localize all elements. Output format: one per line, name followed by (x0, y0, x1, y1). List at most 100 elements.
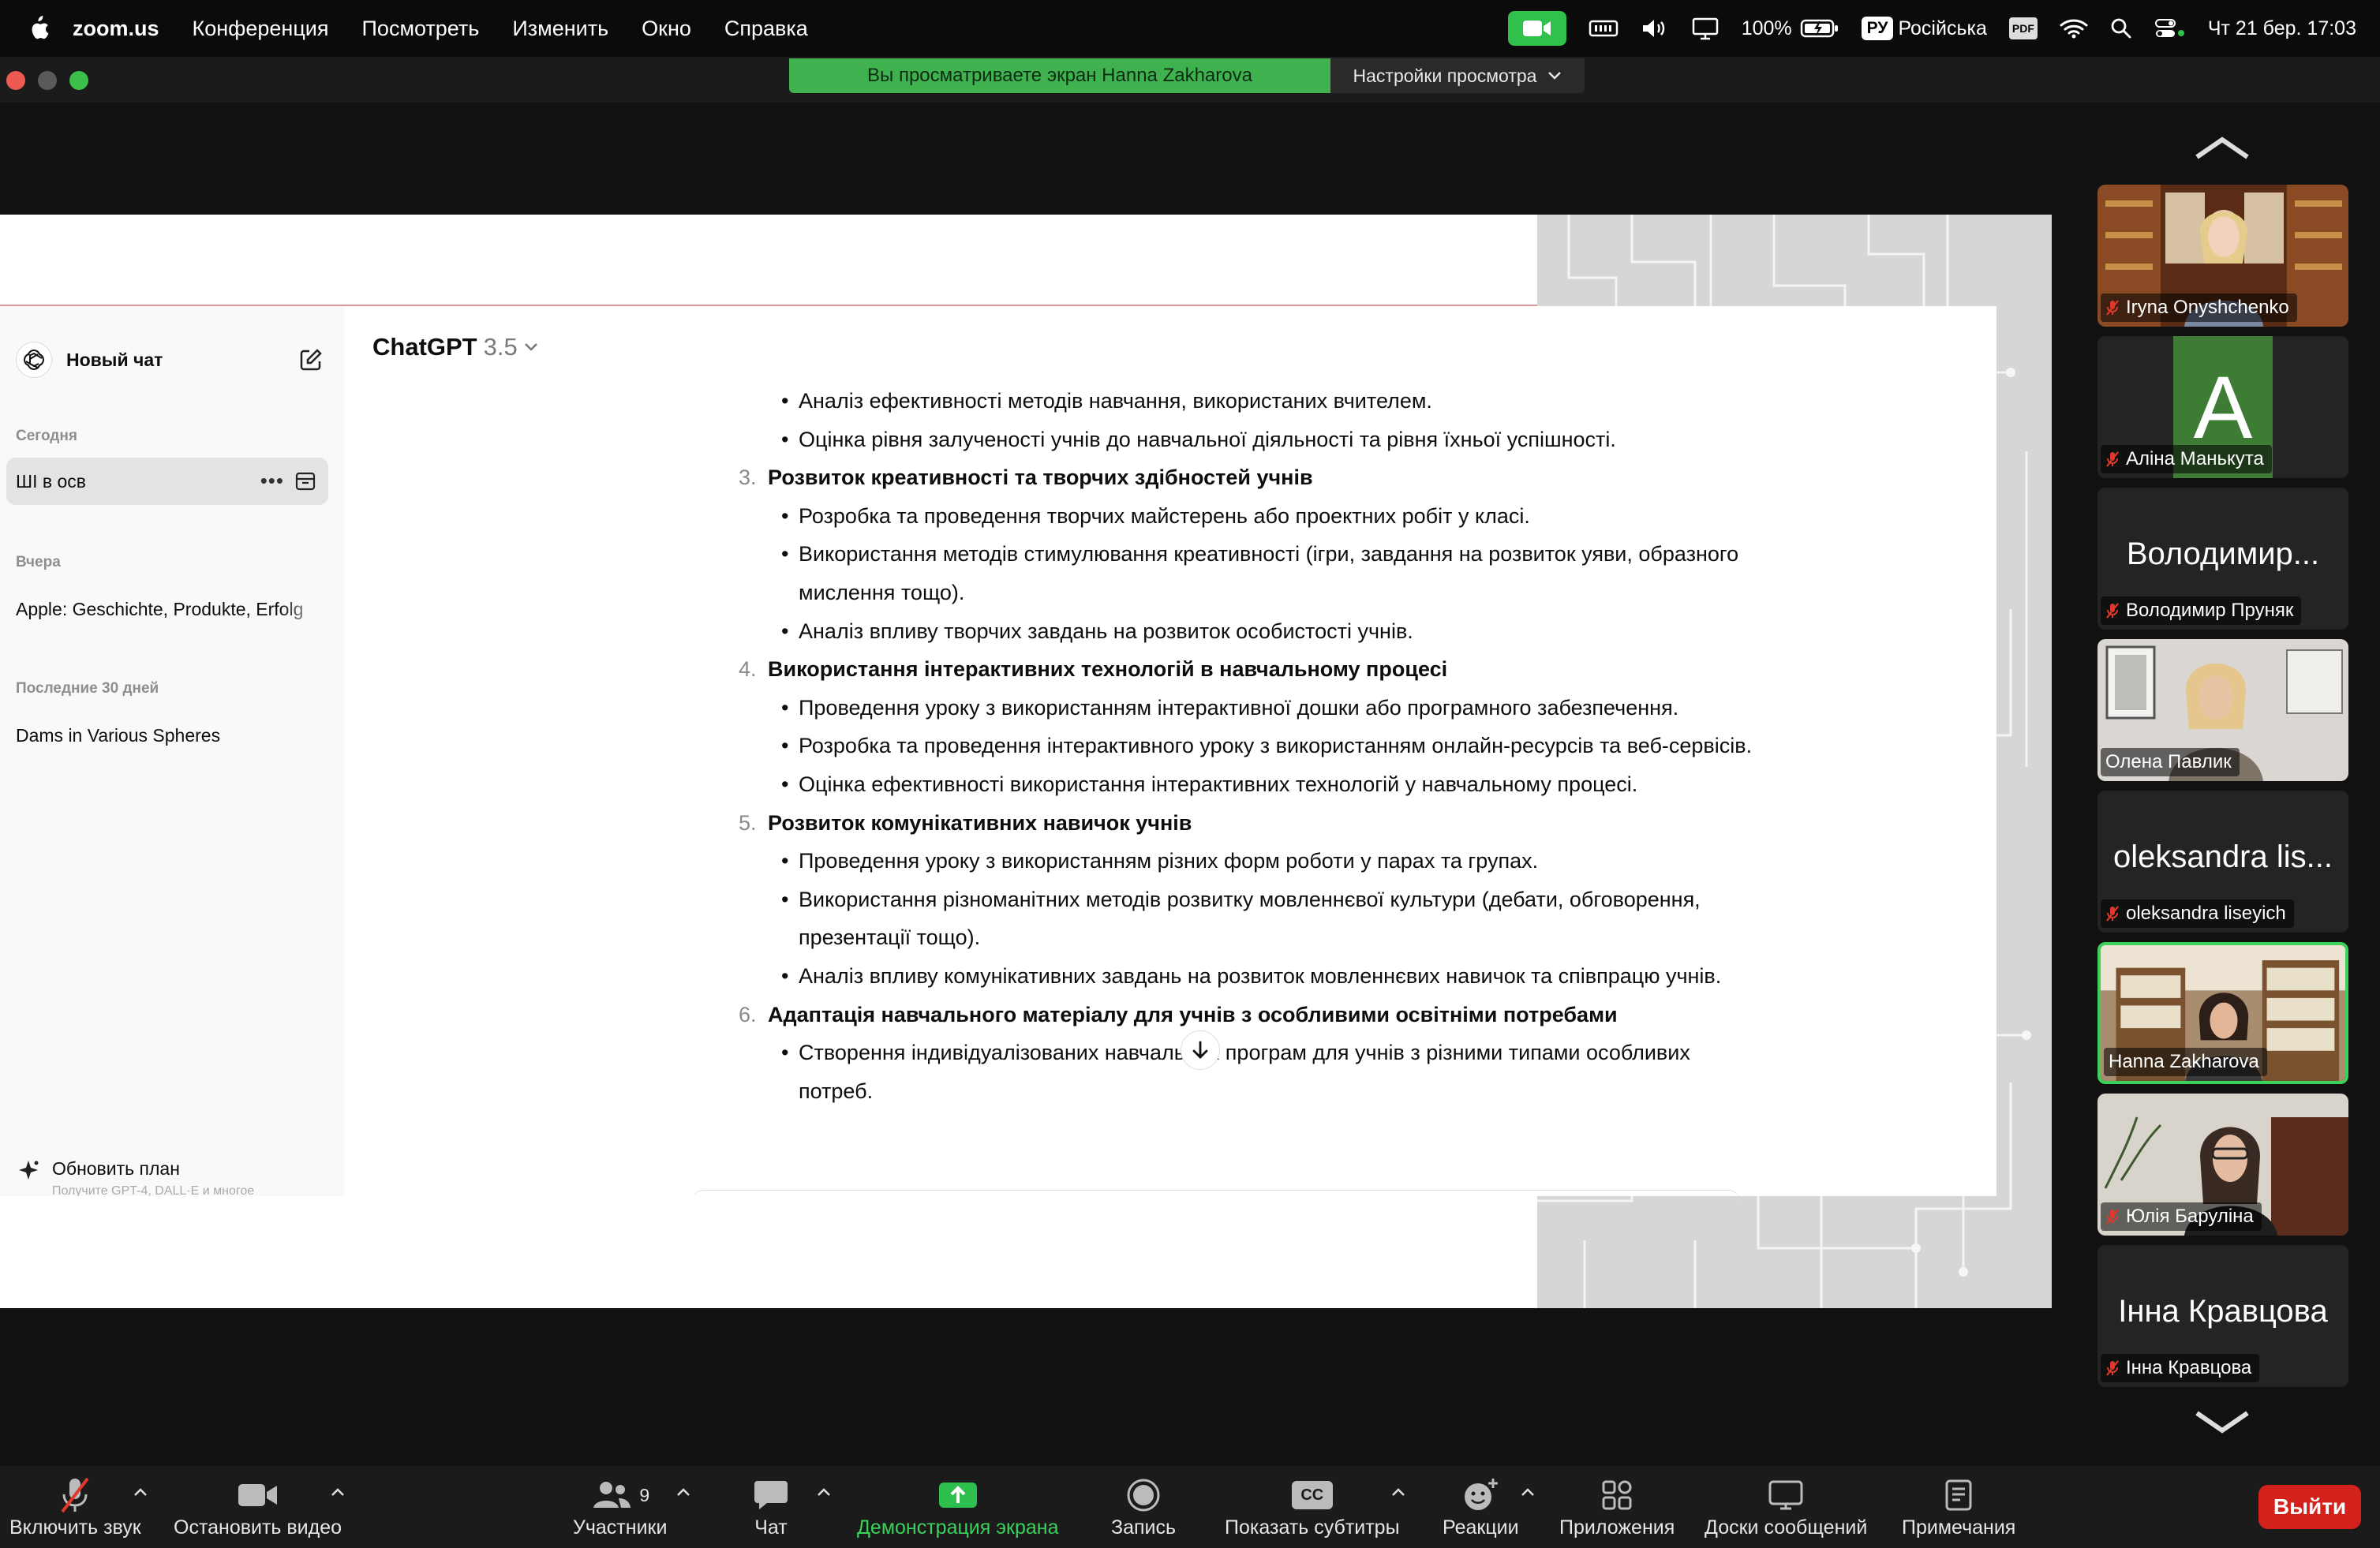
menu-window[interactable]: Окно (642, 17, 691, 41)
muted-mic-icon (61, 1477, 89, 1513)
upgrade-plan-button[interactable]: Обновить план Получите GPT-4, DALL·E и м… (16, 1158, 254, 1198)
list-heading: 4. Використання інтерактивних технологій … (739, 650, 1764, 689)
participant-tile[interactable]: A Аліна Манькута (2097, 336, 2348, 478)
model-name: ChatGPT (372, 333, 477, 361)
apps-button[interactable]: Приложения (1559, 1474, 1675, 1539)
new-chat-label: Новый чат (66, 349, 163, 370)
leave-meeting-button[interactable]: Выйти (2258, 1485, 2361, 1529)
share-screen-button[interactable]: Демонстрация экрана (857, 1474, 1058, 1539)
participant-tile[interactable]: Юлія Баруліна (2097, 1094, 2348, 1236)
zoom-window: zoom.us Конференция Посмотреть Изменить … (0, 0, 2380, 1548)
chat-button[interactable]: Чат (753, 1474, 789, 1539)
chat-history-item[interactable]: ШІ в осв ••• (6, 458, 328, 505)
upgrade-plan-title: Обновить план (52, 1158, 180, 1179)
scroll-to-bottom-button[interactable] (1181, 1030, 1220, 1070)
menu-conference[interactable]: Конференция (193, 17, 329, 41)
view-options-button[interactable]: Настройки просмотра (1330, 58, 1585, 93)
gallery-scroll-down-button[interactable] (2184, 1406, 2260, 1438)
participants-button[interactable]: 9 Участники (573, 1474, 667, 1539)
wifi-icon[interactable] (2060, 17, 2088, 39)
new-chat-button[interactable]: Новый чат (16, 335, 328, 385)
list-heading-text: Адаптація навчального матеріалу для учні… (768, 1002, 1618, 1026)
list-heading-text: Розвиток комунікативних навичок учнів (768, 810, 1192, 835)
chat-label: Чат (754, 1516, 788, 1539)
gallery-scroll-up-button[interactable] (2184, 133, 2260, 164)
muted-mic-icon (2105, 1359, 2120, 1377)
display-mirroring-icon[interactable] (1691, 17, 1720, 40)
participant-tile-active-speaker[interactable]: Hanna Zakharova (2097, 942, 2348, 1084)
emoji-reaction-icon (1465, 1479, 1499, 1510)
muted-mic-icon (2105, 451, 2120, 468)
control-center-icon[interactable] (2154, 17, 2186, 39)
participant-tile[interactable]: oleksandra lis... oleksandra liseyich (2097, 791, 2348, 933)
list-bullet: Розробка та проведення творчих майстерен… (739, 497, 1764, 536)
participant-name: Iryna Onyshchenko (2126, 297, 2289, 318)
participant-tile[interactable]: Володимир... Володимир Пруняк (2097, 488, 2348, 630)
pdf-icon[interactable]: PDF (2008, 17, 2038, 39)
meeting-stats-icon[interactable] (1589, 18, 1618, 39)
whiteboards-button[interactable]: Доски сообщений (1705, 1474, 1867, 1539)
battery-icon[interactable] (1800, 18, 1839, 39)
menubar-clock[interactable]: Чт 21 бер. 17:03 (2208, 17, 2356, 40)
notes-button[interactable]: Примечания (1902, 1474, 2015, 1539)
chat-options-caret-icon[interactable] (816, 1486, 832, 1498)
screen-share-banner: Вы просматриваете экран Hanna Zakharova (789, 58, 1330, 93)
chat-title: Apple: Geschichte, Produkte, Erfolg (16, 598, 304, 619)
participant-tile[interactable]: Олена Павлик (2097, 639, 2348, 781)
chat-history-item[interactable]: Apple: Geschichte, Produkte, Erfolg (6, 585, 328, 633)
muted-mic-icon (2105, 1208, 2120, 1225)
audio-options-caret-icon[interactable] (133, 1486, 148, 1498)
compose-icon[interactable] (298, 347, 324, 376)
view-options-label: Настройки просмотра (1353, 65, 1537, 86)
captions-options-caret-icon[interactable] (1390, 1486, 1406, 1498)
participant-name-label: Олена Павлик (2101, 748, 2240, 776)
menu-help[interactable]: Справка (724, 17, 808, 41)
show-captions-button[interactable]: CC Показать субтитры (1225, 1474, 1400, 1539)
video-camera-icon (238, 1484, 277, 1506)
participant-name-label: Iryna Onyshchenko (2101, 294, 2297, 322)
participant-name: Інна Кравцова (2126, 1357, 2252, 1378)
notes-icon (1945, 1479, 1972, 1511)
input-source[interactable]: РУ Російська (1861, 17, 1987, 40)
stop-video-button[interactable]: Остановить видео (174, 1474, 342, 1539)
participant-display-name: Володимир... (2126, 537, 2320, 571)
macos-menubar: zoom.us Конференция Посмотреть Изменить … (0, 0, 2380, 57)
reactions-options-caret-icon[interactable] (1520, 1486, 1536, 1498)
chevron-down-icon (2195, 1411, 2249, 1434)
list-bullet: Аналіз ефективності методів навчання, ви… (739, 382, 1764, 421)
zoom-video-status-icon[interactable] (1507, 11, 1566, 46)
volume-icon[interactable] (1641, 17, 1669, 39)
model-selector[interactable]: ChatGPT 3.5 (372, 333, 538, 361)
archive-icon[interactable] (295, 471, 316, 496)
video-options-caret-icon[interactable] (330, 1486, 346, 1498)
participants-options-caret-icon[interactable] (675, 1486, 691, 1498)
fullscreen-window-button[interactable] (69, 71, 88, 90)
menu-app-name[interactable]: zoom.us (73, 17, 159, 41)
participant-name: Hanna Zakharova (2109, 1051, 2259, 1072)
participant-tile[interactable]: Інна Кравцова Інна Кравцова (2097, 1245, 2348, 1387)
list-bullet: Використання методів стимулювання креати… (739, 535, 1764, 611)
minimize-window-button[interactable] (38, 71, 57, 90)
close-window-button[interactable] (6, 71, 25, 90)
battery-percent: 100% (1741, 17, 1792, 39)
list-number: 3. (739, 466, 757, 490)
unmute-button[interactable]: Включить звук (9, 1474, 141, 1539)
menu-edit[interactable]: Изменить (512, 17, 608, 41)
chat-bubble-icon (754, 1481, 788, 1509)
record-label: Запись (1111, 1516, 1177, 1539)
participants-icon (593, 1482, 631, 1508)
record-button[interactable]: Запись (1111, 1474, 1176, 1539)
slide-bottom-area (0, 1196, 1537, 1308)
whiteboards-label: Доски сообщений (1705, 1516, 1868, 1539)
list-bullet: Використання різноманітних методів розви… (739, 881, 1764, 957)
participant-tile[interactable]: Iryna Onyshchenko (2097, 185, 2348, 327)
search-icon[interactable] (2110, 17, 2132, 39)
participant-name: Юлія Баруліна (2126, 1206, 2254, 1227)
muted-mic-icon (2105, 299, 2120, 316)
participant-name: oleksandra liseyich (2126, 903, 2286, 924)
menu-view[interactable]: Посмотреть (362, 17, 480, 41)
apple-icon[interactable] (24, 14, 52, 43)
chat-history-item[interactable]: Dams in Various Spheres (6, 712, 328, 759)
more-options-icon[interactable]: ••• (260, 469, 284, 493)
reactions-button[interactable]: Реакции (1443, 1474, 1519, 1539)
